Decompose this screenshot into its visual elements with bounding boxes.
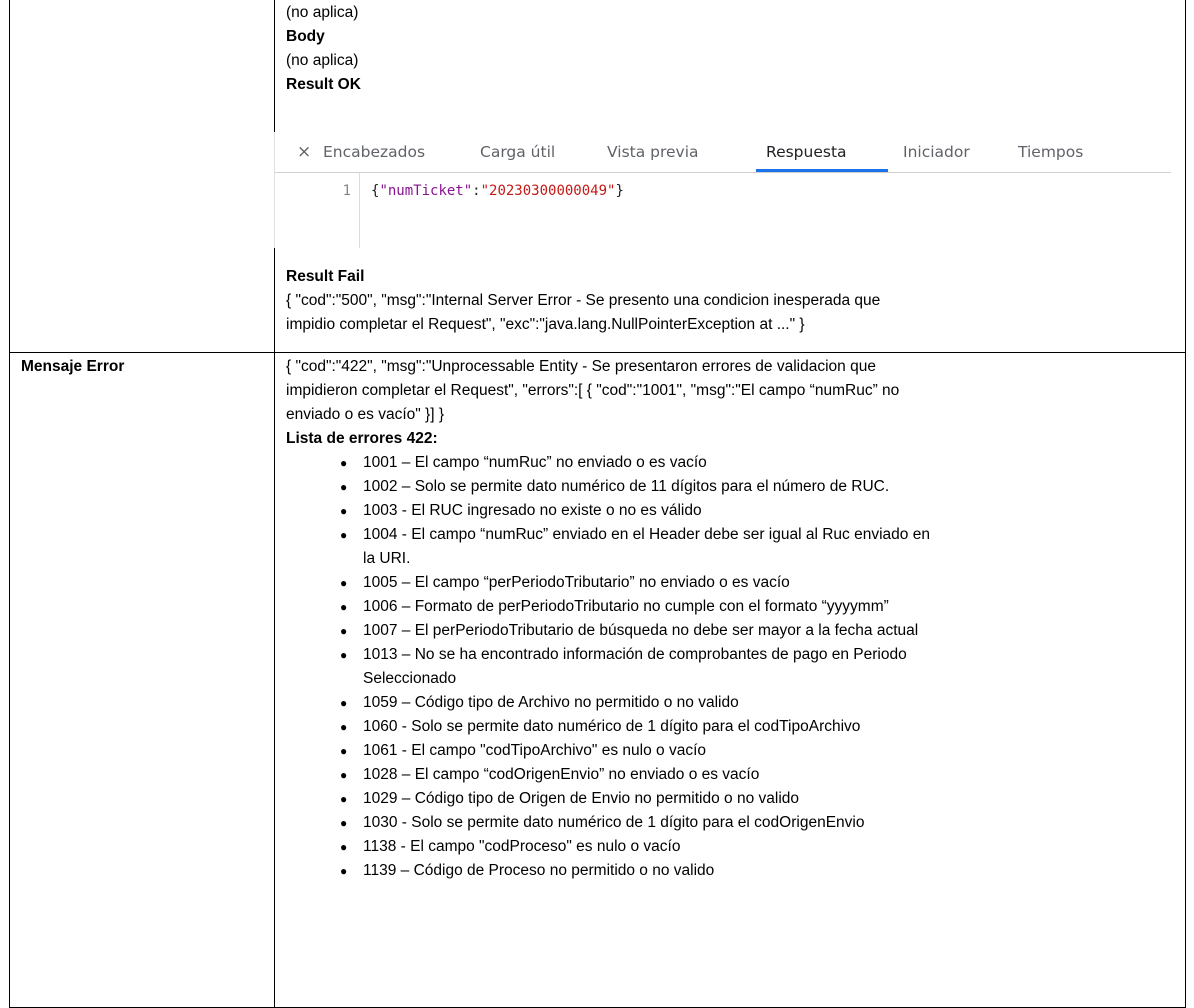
tab-iniciador[interactable]: Iniciador [903, 140, 970, 164]
bullet-icon: ● [340, 600, 348, 614]
devtools-tabbar: × Encabezados Carga útil Vista previa Re… [275, 132, 1171, 173]
active-tab-indicator [756, 169, 888, 172]
response-code-area[interactable]: 1 {"numTicket":"20230300000049"} [275, 173, 1171, 248]
bullet-icon: ● [340, 720, 348, 734]
tab-tiempos[interactable]: Tiempos [1018, 140, 1083, 164]
error-row-label: Mensaje Error [21, 358, 125, 375]
error-list-item: ● 1005 – El campo “perPeriodoTributario” … [286, 571, 1179, 595]
bullet-icon: ● [340, 792, 348, 806]
error-list-item: ● 1060 - Solo se permite dato numérico de… [286, 715, 1179, 739]
result-fail-block: Result Fail { "cod":"500", "msg":"Intern… [286, 265, 1179, 337]
bullet-icon: ● [340, 840, 348, 854]
result-ok-heading: Result OK [286, 76, 361, 93]
error-item-text: 1005 – El campo “perPeriodoTributario” n… [363, 574, 790, 591]
error-item-text: 1006 – Formato de perPeriodoTributario n… [363, 598, 889, 615]
error-item-text: 1013 – No se ha encontrado información d… [363, 646, 907, 663]
error-list-item: ● 1139 – Código de Proceso no permitido o… [286, 859, 1179, 883]
error-item-text: 1060 - Solo se permite dato numérico de … [363, 718, 861, 735]
bullet-icon: ● [340, 648, 348, 662]
bullet-icon: ● [340, 624, 348, 638]
bullet-icon: ● [340, 456, 348, 470]
result-fail-heading: Result Fail [286, 268, 365, 285]
error-list-item: ● 1029 – Código tipo de Origen de Envio n… [286, 787, 1179, 811]
error-row-content: { "cod":"422", "msg":"Unprocessable Enti… [286, 355, 1179, 883]
bullet-icon: ● [340, 816, 348, 830]
error-list-heading: Lista de errores 422: [286, 430, 438, 447]
bullet-icon: ● [340, 576, 348, 590]
error-list-item: ● 1028 – El campo “codOrigenEnvio” no env… [286, 763, 1179, 787]
body-heading: Body [286, 28, 325, 45]
tab-encabezados[interactable]: Encabezados [323, 140, 425, 164]
error-json-line: impidieron completar el Request", "error… [286, 382, 900, 399]
tab-carga-util[interactable]: Carga útil [480, 140, 555, 164]
error-item-text: 1007 – El perPeriodoTributario de búsque… [363, 622, 919, 639]
error-item-text: Seleccionado [363, 670, 457, 687]
json-colon: : [472, 183, 481, 199]
error-item-text: 1138 - El campo "codProceso" es nulo o v… [363, 838, 681, 855]
json-value: "20230300000049" [480, 183, 616, 199]
error-list: ● 1001 – El campo “numRuc” no enviado o e… [286, 451, 1179, 883]
error-item-text: 1059 – Código tipo de Archivo no permiti… [363, 694, 739, 711]
tab-respuesta[interactable]: Respuesta [766, 140, 847, 164]
json-brace: } [615, 183, 624, 199]
error-list-item: ● 1004 - El campo “numRuc” enviado en el … [286, 523, 1179, 571]
bullet-icon: ● [340, 480, 348, 494]
close-icon[interactable]: × [297, 140, 311, 164]
error-list-item: ● 1006 – Formato de perPeriodoTributario … [286, 595, 1179, 619]
bullet-icon: ● [340, 768, 348, 782]
error-list-item: ● 1003 - El RUC ingresado no existe o no … [286, 499, 1179, 523]
error-item-text: 1028 – El campo “codOrigenEnvio” no envi… [363, 766, 760, 783]
error-list-item: ● 1007 – El perPeriodoTributario de búsqu… [286, 619, 1179, 643]
result-fail-line: { "cod":"500", "msg":"Internal Server Er… [286, 292, 881, 309]
error-item-text: 1030 - Solo se permite dato numérico de … [363, 814, 865, 831]
error-list-item: ● 1030 - Solo se permite dato numérico de… [286, 811, 1179, 835]
error-list-item: ● 1002 – Solo se permite dato numérico de… [286, 475, 1179, 499]
error-item-text: 1029 – Código tipo de Origen de Envio no… [363, 790, 800, 807]
error-item-text: 1139 – Código de Proceso no permitido o … [363, 862, 715, 879]
bullet-icon: ● [340, 528, 348, 542]
bullet-icon: ● [340, 864, 348, 878]
body-value: (no aplica) [286, 52, 359, 69]
error-list-item: ● 1059 – Código tipo de Archivo no permit… [286, 691, 1179, 715]
error-json-line: enviado o es vacío" }] } [286, 406, 445, 423]
headers-value: (no aplica) [286, 4, 359, 21]
error-item-text: la URI. [363, 550, 411, 567]
json-key: "numTicket" [379, 183, 473, 199]
response-json: {"numTicket":"20230300000049"} [371, 183, 624, 199]
error-item-text: 1004 - El campo “numRuc” enviado en el H… [363, 526, 930, 543]
error-item-text: 1001 – El campo “numRuc” no enviado o es… [363, 454, 707, 471]
error-list-item: ● 1001 – El campo “numRuc” no enviado o e… [286, 451, 1179, 475]
result-fail-line: impidio completar el Request", "exc":"ja… [286, 316, 805, 333]
tab-vista-previa[interactable]: Vista previa [607, 140, 699, 164]
row-divider [10, 352, 1185, 353]
error-list-item: ● 1138 - El campo "codProceso" es nulo o … [286, 835, 1179, 859]
response-cell: (no aplica) Body (no aplica) Result OK [286, 1, 1179, 97]
bullet-icon: ● [340, 744, 348, 758]
error-list-item: ● 1061 - El campo "codTipoArchivo" es nul… [286, 739, 1179, 763]
bullet-icon: ● [340, 504, 348, 518]
error-item-text: 1002 – Solo se permite dato numérico de … [363, 478, 890, 495]
error-list-item: ● 1013 – No se ha encontrado información … [286, 643, 1179, 691]
error-json-line: { "cod":"422", "msg":"Unprocessable Enti… [286, 358, 876, 375]
error-item-text: 1003 - El RUC ingresado no existe o no e… [363, 502, 702, 519]
line-number: 1 [342, 183, 351, 199]
line-gutter: 1 [275, 173, 360, 248]
bullet-icon: ● [340, 696, 348, 710]
error-item-text: 1061 - El campo "codTipoArchivo" es nulo… [363, 742, 706, 759]
devtools-response-panel: × Encabezados Carga útil Vista previa Re… [274, 132, 1171, 248]
